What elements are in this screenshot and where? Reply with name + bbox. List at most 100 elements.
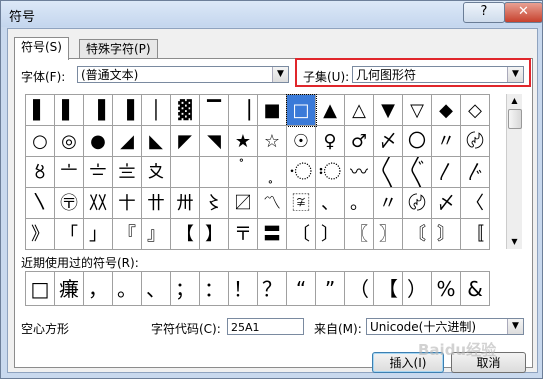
- symbol-cell[interactable]: 【: [171, 219, 200, 250]
- symbol-cell[interactable]: 〴: [461, 157, 490, 188]
- symbol-cell[interactable]: 『: [113, 219, 142, 250]
- chevron-down-icon[interactable]: ▼: [507, 319, 523, 334]
- symbol-cell[interactable]: ◥: [200, 126, 229, 157]
- symbol-cell[interactable]: 〙: [432, 219, 461, 250]
- symbol-cell[interactable]: 〮: [287, 157, 316, 188]
- symbol-cell[interactable]: 〲: [403, 157, 432, 188]
- symbol-cell[interactable]: 〧: [84, 157, 113, 188]
- symbol-cell[interactable]: ▕: [229, 95, 258, 126]
- scroll-down-icon[interactable]: ▼: [507, 235, 522, 249]
- symbol-cell[interactable]: ▲: [316, 95, 345, 126]
- symbol-cell[interactable]: 〵: [26, 188, 55, 219]
- font-select[interactable]: (普通文本) ▼: [77, 66, 289, 83]
- symbol-cell[interactable]: △: [345, 95, 374, 126]
- symbol-cell[interactable]: 】: [200, 219, 229, 250]
- symbol-cell[interactable]: 、: [316, 188, 345, 219]
- symbol-cell[interactable]: ♀: [316, 126, 345, 157]
- symbol-cell[interactable]: 〨: [113, 157, 142, 188]
- char-code-input[interactable]: 25A1: [227, 318, 304, 335]
- symbol-cell[interactable]: 〔: [287, 219, 316, 250]
- symbol-cell[interactable]: 〭: [258, 157, 287, 188]
- close-button[interactable]: ✕: [504, 2, 543, 23]
- symbol-cell[interactable]: 〕: [316, 219, 345, 250]
- symbol-cell[interactable]: ▽: [403, 95, 432, 126]
- symbol-cell[interactable]: 〯: [316, 157, 345, 188]
- symbol-cell[interactable]: 〸: [113, 188, 142, 219]
- scroll-thumb[interactable]: [508, 109, 522, 129]
- symbol-cell[interactable]: 〱: [374, 157, 403, 188]
- recent-symbol-cell[interactable]: 【: [374, 272, 403, 306]
- symbol-cell[interactable]: 〘: [403, 219, 432, 250]
- symbol-cell[interactable]: 〷: [84, 188, 113, 219]
- symbol-cell[interactable]: 〒: [229, 219, 258, 250]
- recent-symbol-cell[interactable]: 㾾: [55, 272, 84, 306]
- recent-symbol-cell[interactable]: &: [461, 272, 490, 306]
- symbol-cell[interactable]: ☉: [287, 126, 316, 157]
- symbol-cell[interactable]: ▌: [26, 95, 55, 126]
- symbol-cell[interactable]: 〶: [55, 188, 84, 219]
- recent-symbol-cell[interactable]: “: [287, 272, 316, 306]
- recent-symbol-cell[interactable]: ：: [200, 272, 229, 306]
- symbol-cell[interactable]: 〳: [432, 157, 461, 188]
- grid-scrollbar[interactable]: ▲ ▼: [506, 94, 522, 249]
- symbol-cell[interactable]: 〄: [461, 126, 490, 157]
- symbol-cell[interactable]: 〈: [461, 188, 490, 219]
- symbol-cell[interactable]: 〦: [55, 157, 84, 188]
- symbol-cell[interactable]: 〄: [403, 188, 432, 219]
- symbol-cell[interactable]: ▌: [55, 95, 84, 126]
- recent-symbol-cell[interactable]: %: [432, 272, 461, 306]
- symbol-cell[interactable]: │: [142, 95, 171, 126]
- symbol-cell[interactable]: 〥: [26, 157, 55, 188]
- symbol-cell[interactable]: 〃: [432, 126, 461, 157]
- symbol-cell[interactable]: 〆: [432, 188, 461, 219]
- recent-symbol-cell[interactable]: ！: [229, 272, 258, 306]
- symbol-cell[interactable]: 〆: [374, 126, 403, 157]
- symbol-cell[interactable]: 〪: [171, 157, 200, 188]
- symbol-cell[interactable]: ◆: [432, 95, 461, 126]
- symbol-cell[interactable]: 〽: [258, 188, 287, 219]
- symbol-cell[interactable]: ◇: [461, 95, 490, 126]
- symbol-cell[interactable]: 「: [55, 219, 84, 250]
- symbol-cell[interactable]: ◢: [113, 126, 142, 157]
- symbol-cell[interactable]: 〃: [374, 188, 403, 219]
- recent-symbol-cell[interactable]: ，: [84, 272, 113, 306]
- symbol-cell[interactable]: 〻: [200, 188, 229, 219]
- symbol-cell[interactable]: ♂: [345, 126, 374, 157]
- symbol-cell[interactable]: ▐: [84, 95, 113, 126]
- symbol-cell[interactable]: ○: [26, 126, 55, 157]
- symbol-cell[interactable]: 〖: [345, 219, 374, 250]
- from-select[interactable]: Unicode(十六进制) ▼: [366, 318, 524, 335]
- symbol-cell[interactable]: ◣: [142, 126, 171, 157]
- recent-symbol-cell[interactable]: ？: [258, 272, 287, 306]
- symbol-cell[interactable]: ▔: [200, 95, 229, 126]
- symbol-cell[interactable]: ▓: [171, 95, 200, 126]
- symbol-cell[interactable]: 〇: [403, 126, 432, 157]
- recent-symbol-cell[interactable]: □: [26, 272, 55, 306]
- symbol-cell[interactable]: 〚: [461, 219, 490, 250]
- recent-symbol-cell[interactable]: 。: [113, 272, 142, 306]
- symbol-cell[interactable]: 〗: [374, 219, 403, 250]
- symbol-cell[interactable]: ◤: [171, 126, 200, 157]
- symbol-cell[interactable]: 〹: [142, 188, 171, 219]
- symbol-cell[interactable]: ●: [84, 126, 113, 157]
- scroll-up-icon[interactable]: ▲: [507, 94, 522, 108]
- symbol-cell[interactable]: 」: [84, 219, 113, 250]
- tab-symbols[interactable]: 符号(S): [14, 37, 69, 60]
- symbol-cell[interactable]: 〓: [258, 219, 287, 250]
- symbol-cell[interactable]: ☆: [258, 126, 287, 157]
- symbol-cell[interactable]: ▼: [374, 95, 403, 126]
- symbol-cell[interactable]: 〬: [229, 157, 258, 188]
- recent-symbol-cell[interactable]: ）: [403, 272, 432, 306]
- symbol-cell[interactable]: 〰: [345, 157, 374, 188]
- symbol-cell[interactable]: 』: [142, 219, 171, 250]
- symbol-cell[interactable]: □: [286, 94, 317, 127]
- recent-symbol-cell[interactable]: ”: [316, 272, 345, 306]
- symbol-cell[interactable]: ▐: [113, 95, 142, 126]
- recent-symbol-cell[interactable]: ；: [171, 272, 200, 306]
- symbol-cell[interactable]: ★: [229, 126, 258, 157]
- recent-symbol-cell[interactable]: （: [345, 272, 374, 306]
- recent-symbol-cell[interactable]: 、: [142, 272, 171, 306]
- tab-special-characters[interactable]: 特殊字符(P): [79, 39, 158, 59]
- symbol-cell[interactable]: 〩: [142, 157, 171, 188]
- symbol-cell[interactable]: 〺: [171, 188, 200, 219]
